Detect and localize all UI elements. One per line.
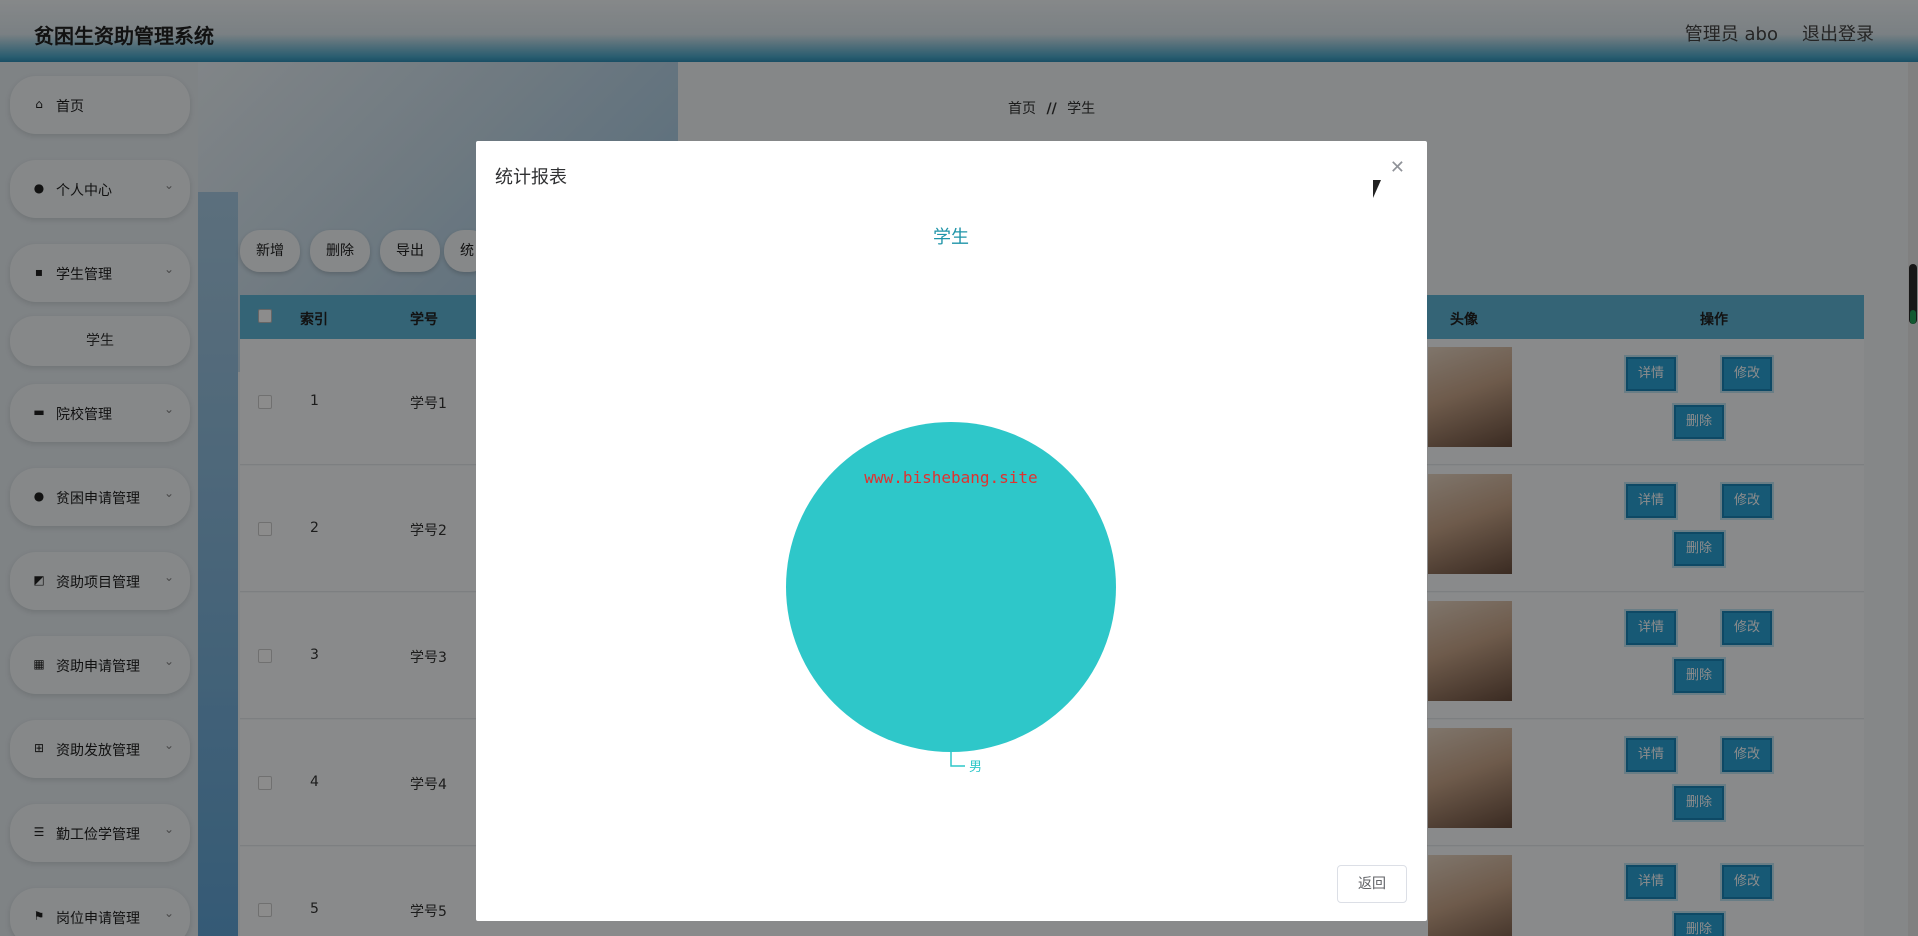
pie-chart: 学生 男 www.bishebang.site	[786, 227, 1116, 774]
pie-slice-label: 男	[969, 759, 982, 774]
return-button[interactable]: 返回	[1337, 865, 1407, 903]
dialog-title: 统计报表	[495, 167, 567, 188]
mouse-cursor-icon	[1373, 180, 1381, 198]
close-icon[interactable]: ✕	[1390, 157, 1405, 178]
chart-watermark: www.bishebang.site	[864, 468, 1037, 487]
pie-label-line	[950, 752, 965, 767]
stats-report-dialog: 统计报表 ✕ 学生 男 www.bishebang.site 返回	[476, 141, 1427, 921]
chart-title: 学生	[933, 227, 969, 247]
